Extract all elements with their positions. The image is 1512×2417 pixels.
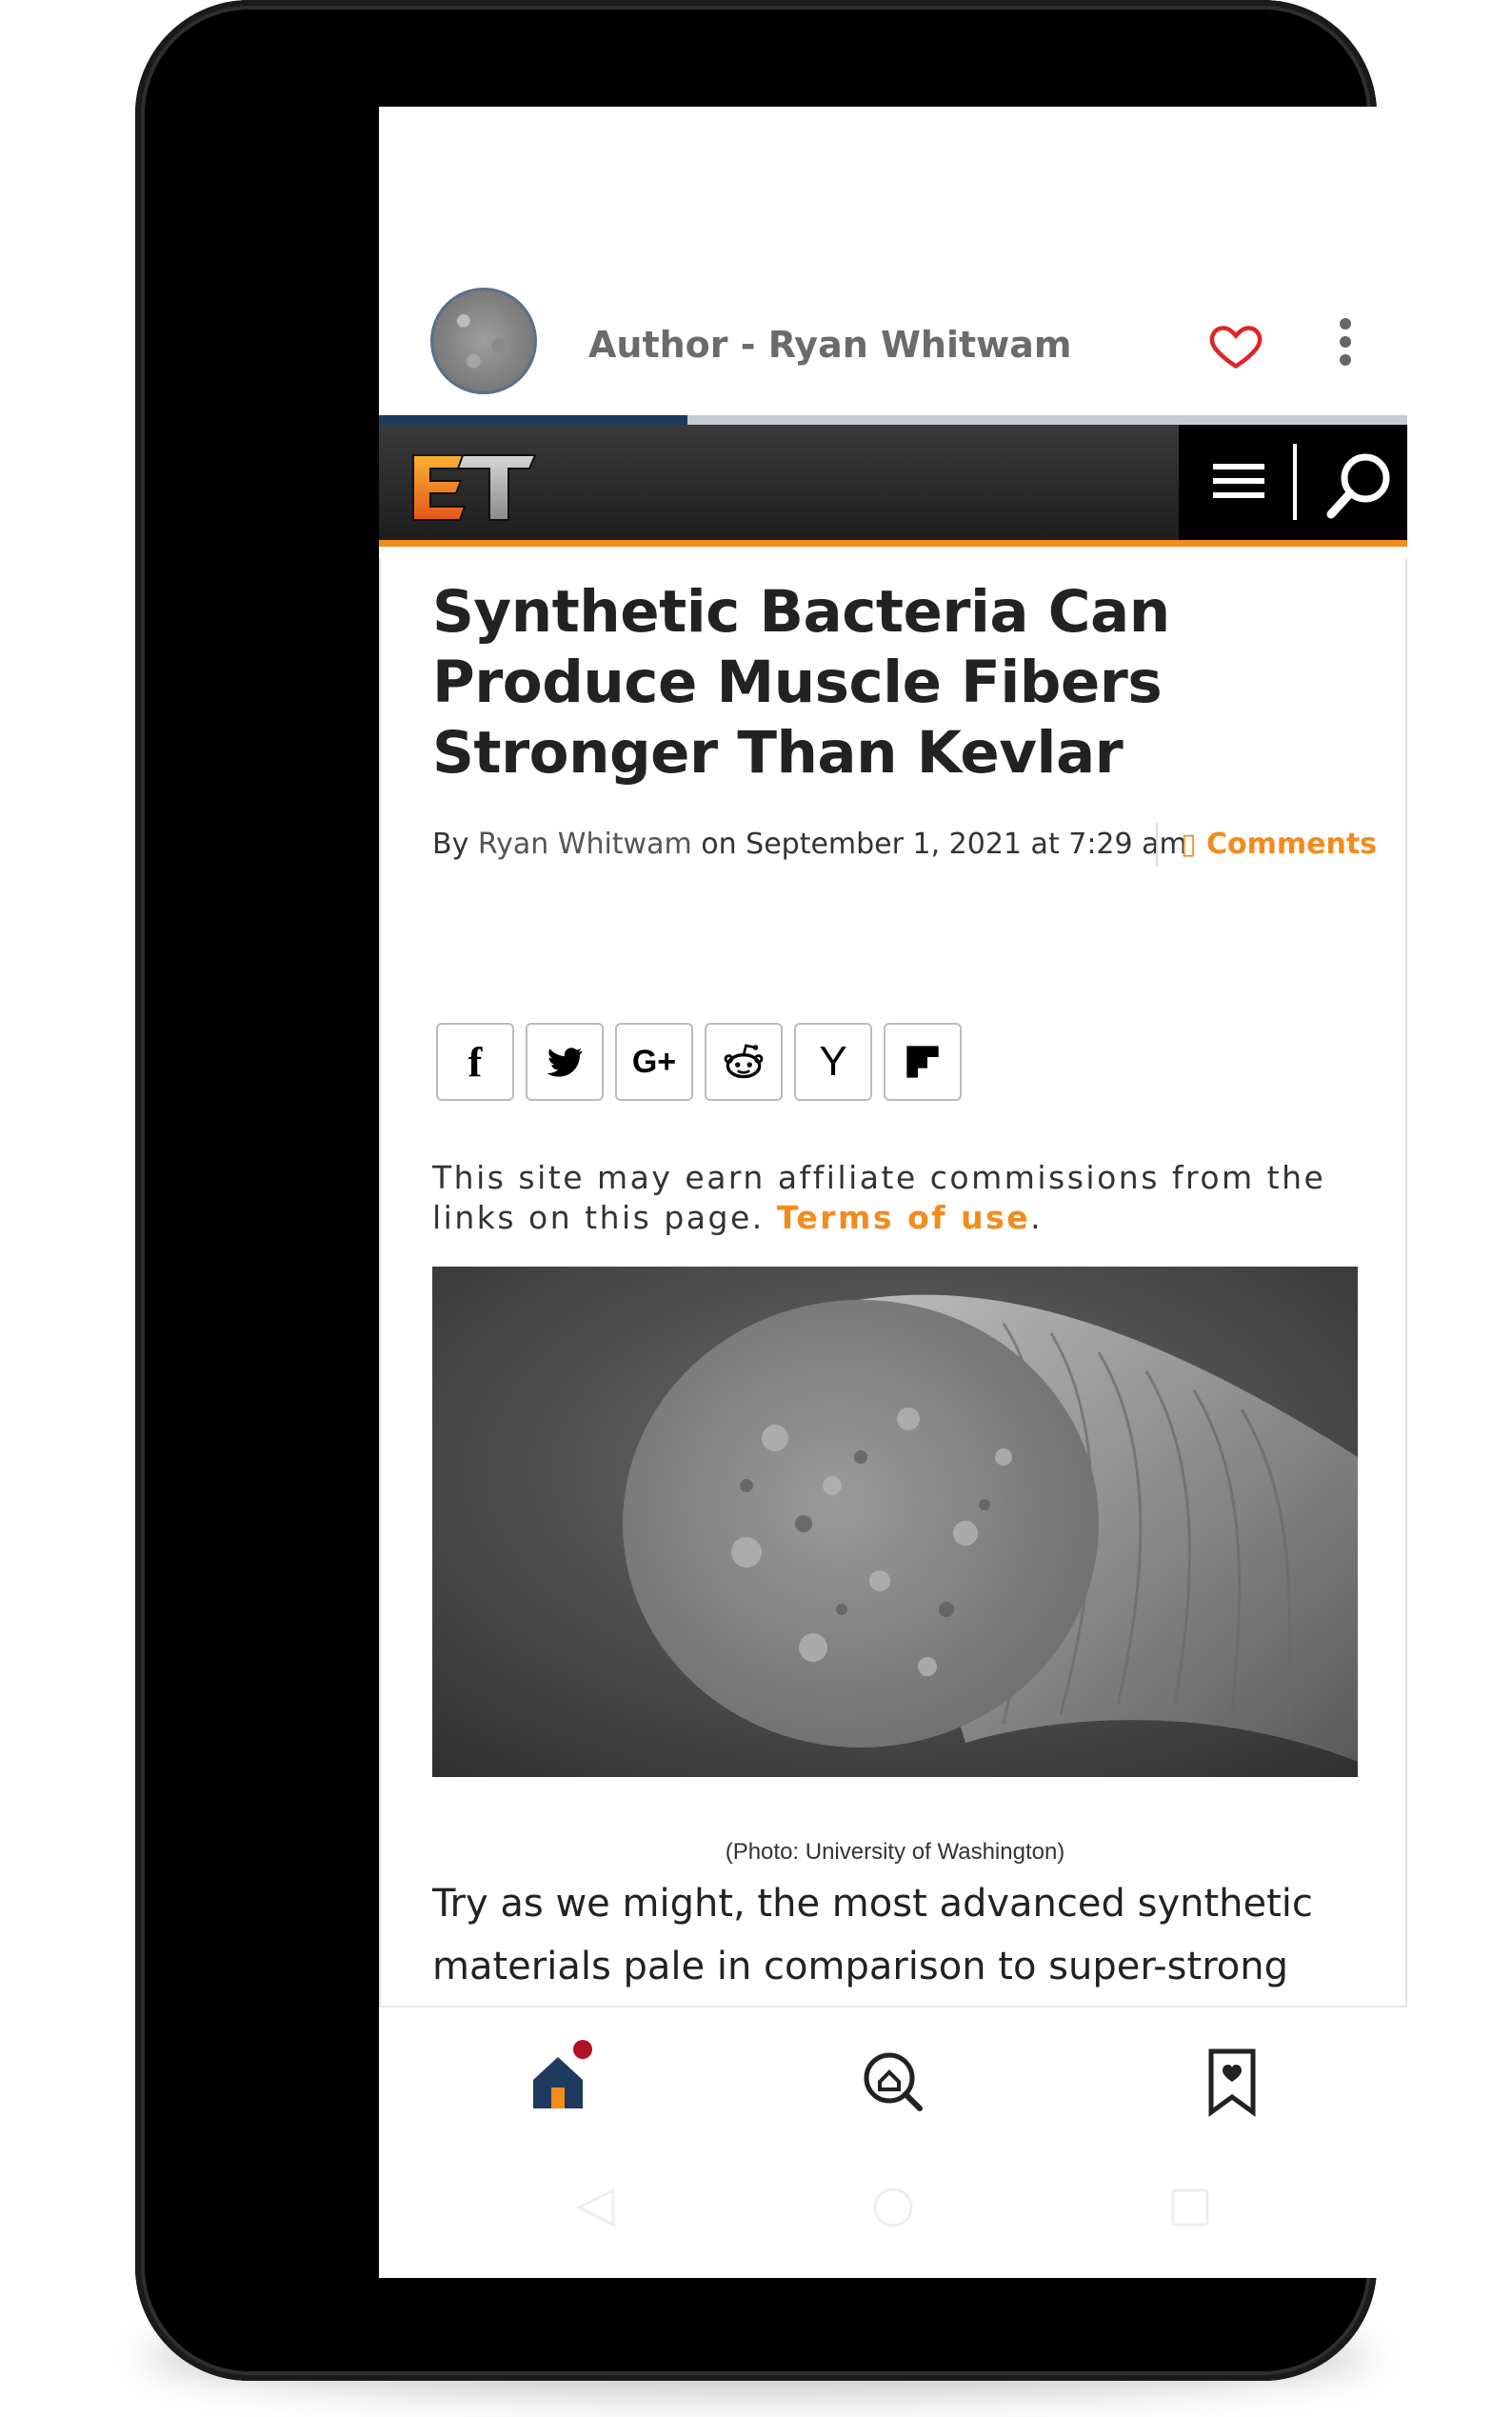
hacker-news-icon: Y [819,1038,847,1085]
kebab-menu-icon[interactable] [1331,311,1360,378]
nav-explore[interactable] [855,2044,931,2120]
header-tools [1179,425,1407,540]
article-headline: Synthetic Bacteria Can Produce Muscle Fi… [432,578,1170,787]
heart-icon[interactable] [1207,316,1264,373]
flipboard-icon [906,1046,939,1078]
google-plus-share-button[interactable]: G+ [615,1023,693,1101]
phone-frame: Author - Ryan Whitwam Synthetic Bacteria… [135,0,1407,2381]
reddit-share-button[interactable] [705,1023,783,1101]
author-avatar[interactable] [430,288,537,394]
bottom-nav [379,2006,1407,2148]
bookmark-heart-icon [1208,2048,1256,2117]
nav-bookmarks[interactable] [1194,2044,1270,2120]
author-link[interactable]: Ryan Whitwam [478,828,692,861]
google-plus-icon: G+ [631,1043,677,1080]
hamburger-icon[interactable] [1213,455,1264,509]
et-logo[interactable] [406,449,539,526]
publish-date: on September 1, 2021 at 7:29 am [701,828,1187,861]
explore-search-icon [864,2052,923,2111]
byline-prefix: By [432,828,469,861]
hacker-news-share-button[interactable]: Y [794,1023,872,1101]
flipboard-share-button[interactable] [884,1023,962,1101]
byline: By Ryan Whitwam on September 1, 2021 at … [432,828,1187,861]
recents-icon[interactable] [1169,2187,1211,2228]
affiliate-disclosure: This site may earn affiliate commissions… [432,1158,1346,1238]
reddit-icon [724,1044,764,1079]
terms-suffix: . [1030,1199,1044,1236]
comments-label: Comments [1205,828,1378,861]
byline-divider [1156,823,1158,867]
terms-of-use-link[interactable]: Terms of use [777,1199,1030,1236]
app-bar-title: Author - Ryan Whitwam [588,324,1072,366]
image-caption: (Photo: University of Washington) [725,1839,1065,1865]
back-icon[interactable] [575,2187,617,2228]
header-divider [1293,444,1297,520]
home-circle-icon[interactable] [872,2187,914,2228]
reading-progress-fill [379,415,687,425]
notification-dot [573,2040,592,2059]
system-nav-bar [379,2148,1407,2278]
status-area [379,107,1407,283]
device-screen: Author - Ryan Whitwam Synthetic Bacteria… [379,107,1407,2278]
facebook-share-button[interactable]: f [436,1023,514,1101]
comment-icon: ▯ [1181,828,1197,861]
search-icon[interactable] [1322,448,1398,524]
twitter-share-button[interactable] [526,1023,604,1101]
site-header [379,425,1407,547]
reading-progress-bar [379,415,1407,425]
facebook-icon: f [468,1038,483,1086]
article-hero-image [432,1267,1358,1777]
comments-link[interactable]: ▯ Comments [1181,828,1377,861]
article: Synthetic Bacteria Can Produce Muscle Fi… [379,558,1407,2051]
twitter-icon [547,1048,583,1077]
